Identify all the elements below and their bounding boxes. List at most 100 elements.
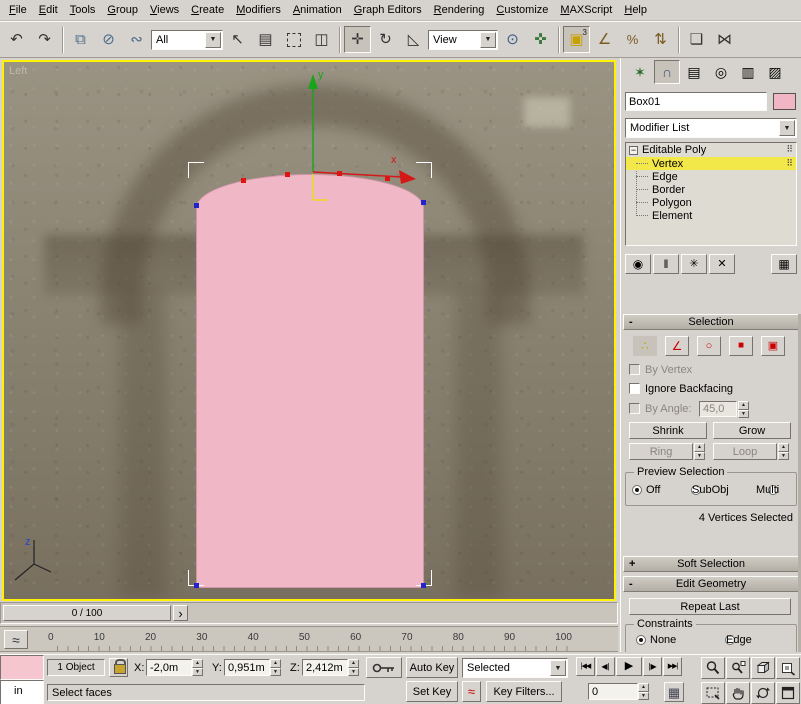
spinner-snap-icon[interactable] [647,26,674,53]
percent-snap-icon[interactable] [619,26,646,53]
reference-coordinate-dropdown[interactable]: View [428,30,498,50]
menu-item[interactable]: Group [101,1,144,19]
next-frame-icon[interactable] [643,657,662,676]
menu-item[interactable]: Tools [64,1,102,19]
rectangular-selection-region-icon[interactable] [280,26,307,53]
auto-key-button[interactable]: Auto Key [406,657,458,678]
chevron-down-icon[interactable] [779,120,795,136]
select-and-scale-icon[interactable] [400,26,427,53]
pan-icon[interactable] [726,682,750,704]
loop-spinner[interactable] [778,443,789,460]
motion-tab-icon[interactable] [708,60,734,84]
z-coordinate-field[interactable] [302,659,348,676]
show-end-result-icon[interactable] [653,254,679,274]
play-animation-icon[interactable] [616,657,642,676]
by-angle-checkbox[interactable] [629,403,640,414]
mirror-icon[interactable] [711,26,738,53]
menu-item[interactable]: Rendering [428,1,491,19]
border-mode-icon[interactable] [697,336,721,356]
menu-item[interactable]: Views [144,1,185,19]
make-unique-icon[interactable] [681,254,707,274]
stack-item-border[interactable]: Border [626,183,796,196]
select-object-icon[interactable] [224,26,251,53]
menu-item[interactable]: Animation [287,1,348,19]
stack-item-polygon[interactable]: Polygon [626,196,796,209]
zoom-region-icon[interactable] [701,682,725,704]
modifier-stack[interactable]: Editable Poly Vertex Edge Border Polygon… [625,142,797,246]
y-coordinate-spinner[interactable] [270,659,281,676]
x-coordinate-field[interactable] [146,659,192,676]
keyboard-override-icon[interactable] [664,682,684,702]
constraint-none-radio[interactable] [636,635,646,645]
collapse-minus-icon[interactable] [629,146,638,155]
shrink-button[interactable]: Shrink [629,422,707,439]
vertex-mode-icon[interactable] [633,336,657,356]
display-tab-icon[interactable] [735,60,761,84]
track-bar[interactable]: 0 / 100 [0,602,618,624]
use-pivot-point-icon[interactable] [499,26,526,53]
select-and-manipulate-icon[interactable] [527,26,554,53]
y-coordinate-field[interactable] [224,659,270,676]
element-mode-icon[interactable] [761,336,785,356]
edit-named-selections-icon[interactable] [683,26,710,53]
by-vertex-checkbox[interactable] [629,364,640,375]
select-by-name-icon[interactable] [252,26,279,53]
listener-pane[interactable]: in [0,680,44,704]
edge-mode-icon[interactable] [665,336,689,356]
selection-set-dropdown[interactable]: Selected [462,658,568,678]
ring-button[interactable]: Ring [629,443,693,460]
create-tab-icon[interactable] [627,60,653,84]
angle-snap-icon[interactable] [591,26,618,53]
x-coordinate-spinner[interactable] [192,659,203,676]
zoom-extents-selected-icon[interactable] [776,657,800,679]
bind-to-space-warp-icon[interactable] [123,26,150,53]
preview-off-radio[interactable] [632,485,642,495]
stack-item-element[interactable]: Element [626,209,796,222]
object-color-swatch[interactable] [773,93,796,110]
ignore-backfacing-checkbox[interactable] [629,383,640,394]
redo-icon[interactable] [31,26,58,53]
snaps-toggle-icon[interactable]: 3 [563,26,590,53]
menu-item[interactable]: File [3,1,33,19]
configure-modifier-sets-icon[interactable] [771,254,797,274]
zoom-icon[interactable] [701,657,725,679]
macro-recorder-pane[interactable] [0,655,44,680]
loop-button[interactable]: Loop [713,443,777,460]
polygon-mode-icon[interactable] [729,336,753,356]
ring-spinner[interactable] [694,443,705,460]
menu-item[interactable]: Edit [33,1,64,19]
time-ruler[interactable]: 0102030405060708090100 [0,626,618,652]
selection-lock-toggle[interactable] [109,658,128,677]
object-name-field[interactable] [625,92,767,111]
stack-item-vertex[interactable]: Vertex [626,157,796,170]
remove-modifier-icon[interactable] [709,254,735,274]
key-filters-button[interactable]: Key Filters... [486,681,562,702]
z-coordinate-spinner[interactable] [348,659,359,676]
chevron-down-icon[interactable] [205,32,221,48]
edit-geometry-rollout-header[interactable]: - Edit Geometry [623,576,799,592]
hierarchy-tab-icon[interactable] [681,60,707,84]
frame-spinner[interactable] [638,683,649,700]
zoom-extents-icon[interactable] [751,657,775,679]
menu-item[interactable]: Help [618,1,653,19]
move-gizmo[interactable]: y x [4,62,614,599]
menu-item[interactable]: Customize [490,1,554,19]
by-angle-field[interactable] [699,401,737,417]
zoom-all-icon[interactable] [726,657,750,679]
stack-item-editable-poly[interactable]: Editable Poly [626,143,796,157]
unlink-selection-icon[interactable] [95,26,122,53]
modifier-list-dropdown[interactable]: Modifier List [625,118,797,138]
time-slider[interactable]: 0 / 100 [3,605,171,621]
go-to-start-icon[interactable] [576,657,595,676]
min-max-toggle-icon[interactable] [776,682,800,704]
pin-stack-icon[interactable] [625,254,651,274]
select-and-move-icon[interactable] [344,26,371,53]
new-key-tangent-icon[interactable] [462,681,481,702]
menu-item[interactable]: MAXScript [554,1,618,19]
current-frame-field[interactable] [588,683,638,700]
repeat-last-button[interactable]: Repeat Last [629,598,791,615]
selection-filter-dropdown[interactable]: All [151,30,223,50]
next-frame-nub-icon[interactable] [173,605,188,621]
menu-item[interactable]: Create [185,1,230,19]
select-and-rotate-icon[interactable] [372,26,399,53]
